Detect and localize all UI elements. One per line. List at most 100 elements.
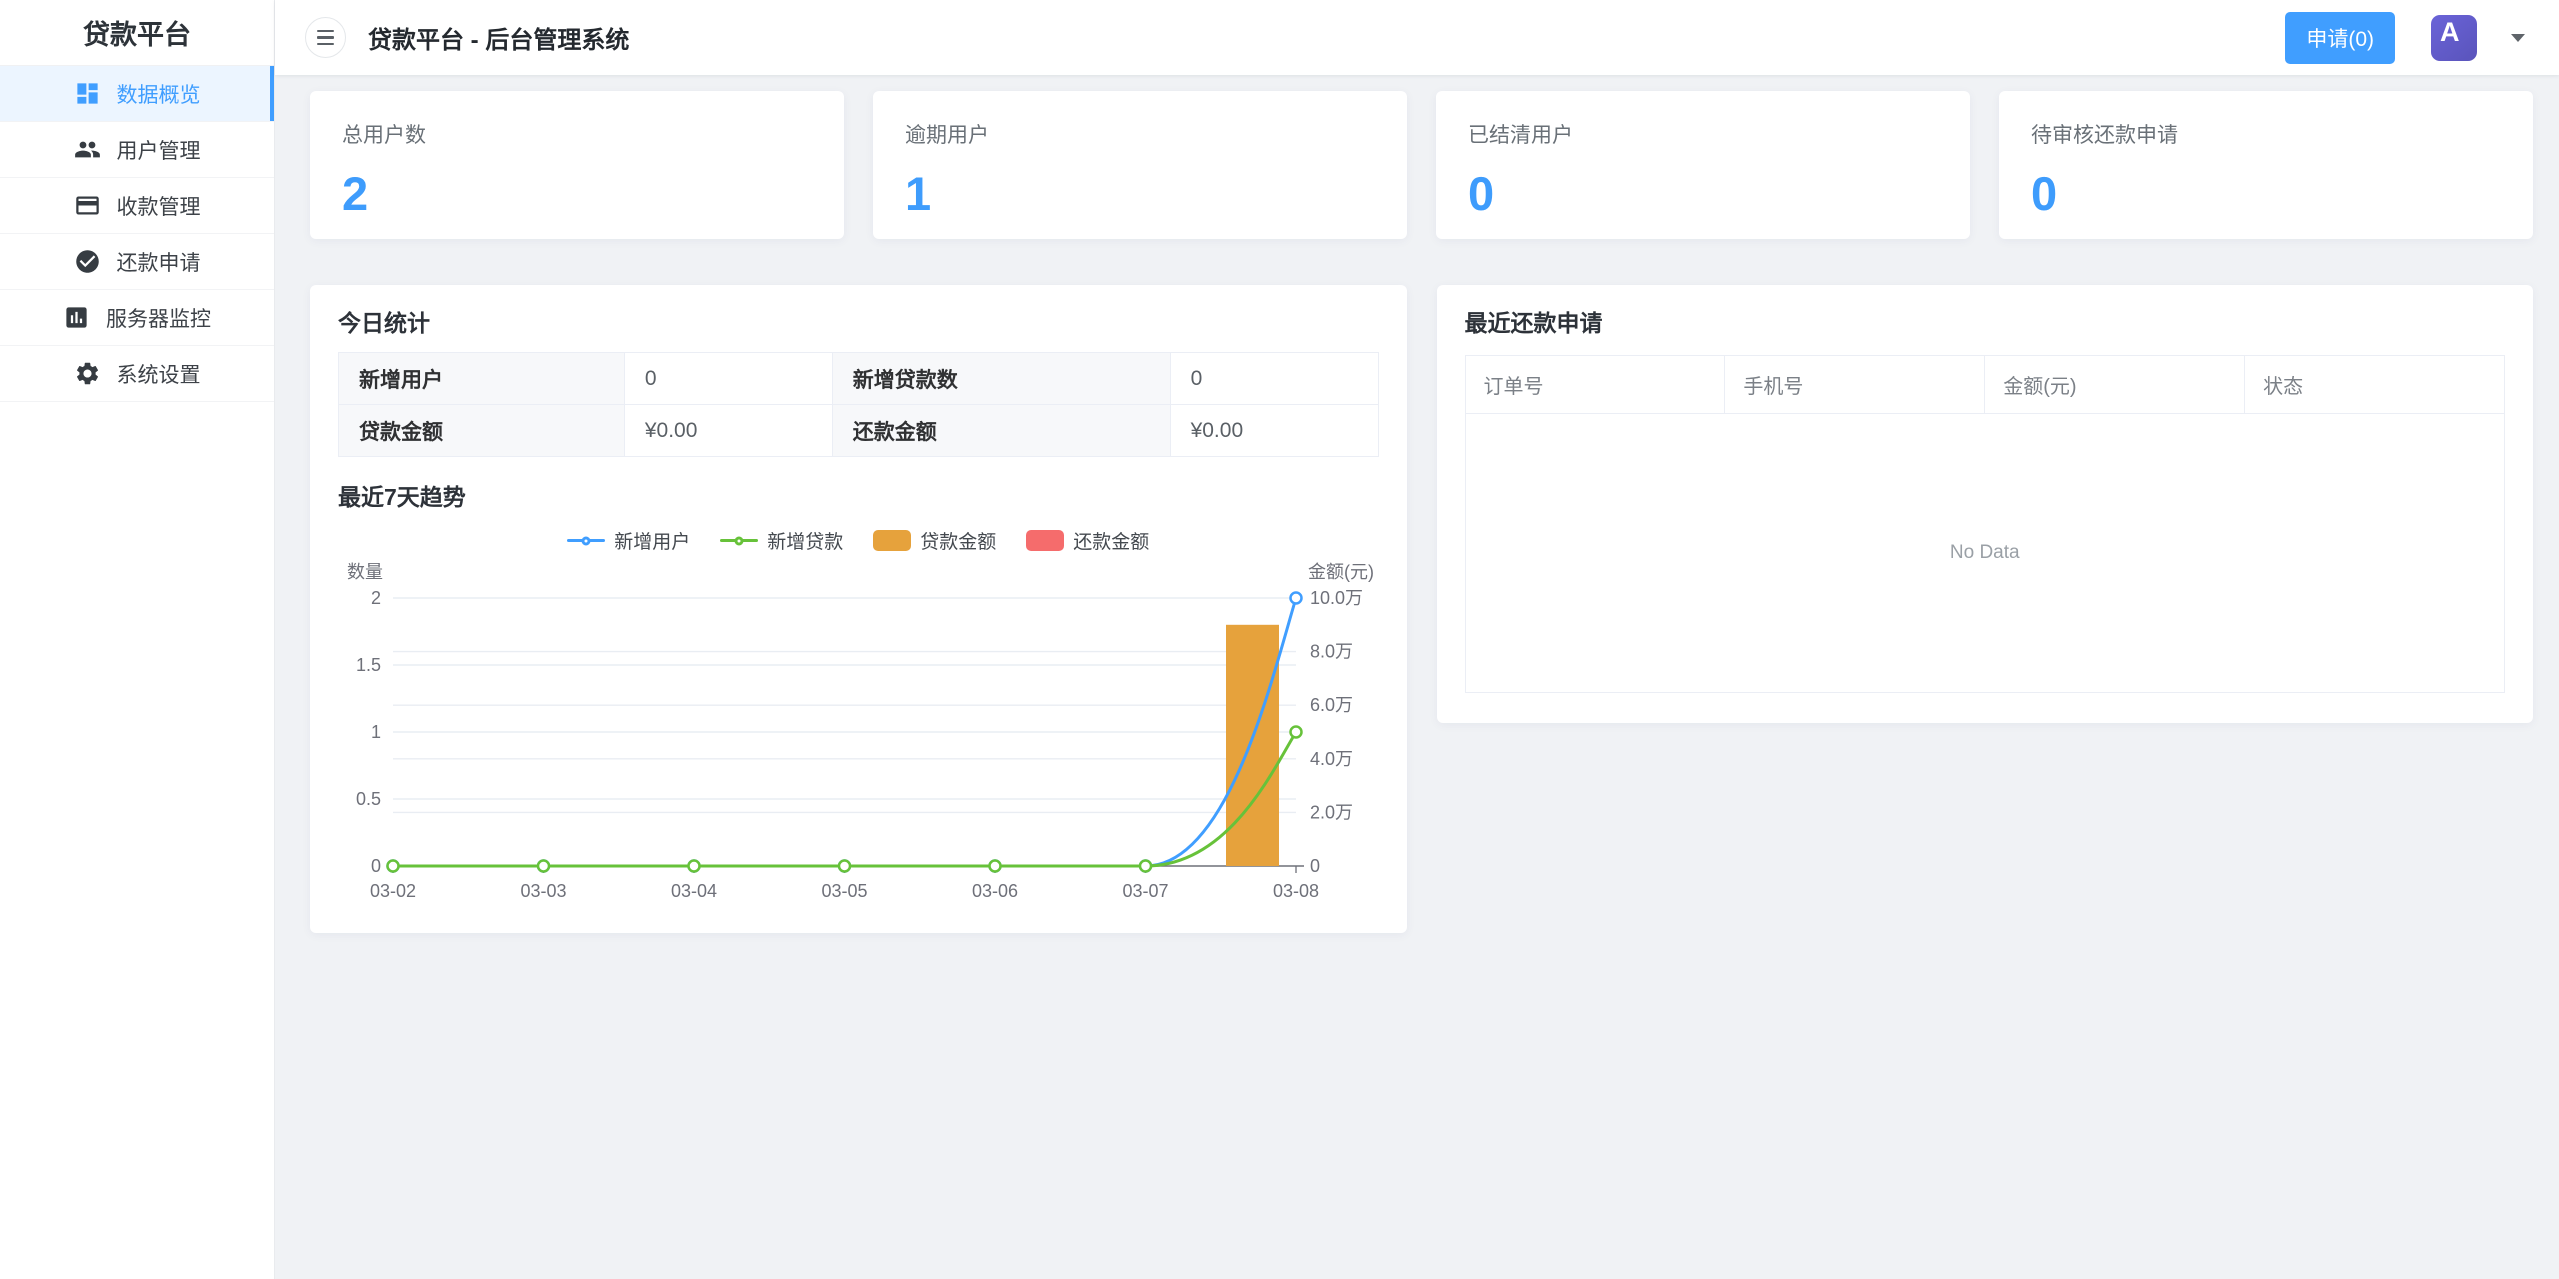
table-cell-value: ¥0.00 xyxy=(624,405,832,457)
trend-chart-title: 最近7天趋势 xyxy=(338,483,1379,511)
legend-label: 贷款金额 xyxy=(920,527,996,554)
stat-value: 1 xyxy=(905,166,1375,221)
stat-value: 2 xyxy=(342,166,812,221)
svg-text:03-06: 03-06 xyxy=(972,881,1018,901)
users-icon xyxy=(74,136,101,163)
legend-label: 还款金额 xyxy=(1073,527,1149,554)
sidebar-item-label: 数据概览 xyxy=(117,79,201,109)
table-header-row: 订单号 手机号 金额(元) 状态 xyxy=(1466,356,2505,414)
content-area: 总用户数 2 逾期用户 1 已结清用户 0 待审核还款申请 0 xyxy=(275,75,2559,1279)
top-header: 贷款平台 - 后台管理系统 申请(0) A xyxy=(275,0,2559,75)
trend-chart-container: 00.511.5202.0万4.0万6.0万8.0万10.0万03-0203-0… xyxy=(338,558,1379,913)
sidebar: 贷款平台 数据概览 用户管理 收款管理 还款申请 服务器监控 系统设置 xyxy=(0,0,275,1279)
svg-text:4.0万: 4.0万 xyxy=(1310,749,1353,769)
table-row: 新增用户 0 新增贷款数 0 xyxy=(339,353,1379,405)
stat-label: 待审核还款申请 xyxy=(2031,119,2501,149)
chart-legend: 新增用户 新增贷款 贷款金额 还款金额 xyxy=(338,527,1379,554)
page-title: 贷款平台 - 后台管理系统 xyxy=(368,20,629,55)
stat-cards-row: 总用户数 2 逾期用户 1 已结清用户 0 待审核还款申请 0 xyxy=(310,91,2533,239)
svg-text:8.0万: 8.0万 xyxy=(1310,642,1353,662)
svg-text:0: 0 xyxy=(371,856,381,876)
svg-text:1.5: 1.5 xyxy=(356,655,381,675)
legend-item-repay-amount[interactable]: 还款金额 xyxy=(1026,527,1149,554)
panels-row: 今日统计 新增用户 0 新增贷款数 0 贷款金额 ¥0.00 还款金额 ¥ xyxy=(310,285,2533,933)
svg-text:03-07: 03-07 xyxy=(1122,881,1168,901)
svg-text:0.5: 0.5 xyxy=(356,789,381,809)
trend-chart: 00.511.5202.0万4.0万6.0万8.0万10.0万03-0203-0… xyxy=(338,558,1376,908)
stat-value: 0 xyxy=(2031,166,2501,221)
svg-text:03-05: 03-05 xyxy=(821,881,867,901)
legend-label: 新增用户 xyxy=(614,527,690,554)
user-avatar[interactable]: A xyxy=(2431,15,2477,61)
sidebar-item-payment-management[interactable]: 收款管理 xyxy=(0,178,274,234)
settings-gear-icon xyxy=(74,360,101,387)
stat-card-total-users: 总用户数 2 xyxy=(310,91,844,239)
svg-text:6.0万: 6.0万 xyxy=(1310,695,1353,715)
table-cell-value: 0 xyxy=(1170,353,1378,405)
recent-repayments-table: 订单号 手机号 金额(元) 状态 No Data xyxy=(1465,355,2506,693)
sidebar-item-data-overview[interactable]: 数据概览 xyxy=(0,66,274,122)
stat-card-overdue-users: 逾期用户 1 xyxy=(873,91,1407,239)
sidebar-item-label: 收款管理 xyxy=(117,191,201,221)
recent-repayments-title: 最近还款申请 xyxy=(1465,309,2506,337)
sidebar-item-system-settings[interactable]: 系统设置 xyxy=(0,346,274,402)
table-cell-label: 新增贷款数 xyxy=(832,353,1170,405)
sidebar-item-server-monitor[interactable]: 服务器监控 xyxy=(0,290,274,346)
today-stats-panel: 今日统计 新增用户 0 新增贷款数 0 贷款金额 ¥0.00 还款金额 ¥ xyxy=(310,285,1407,933)
column-header-status: 状态 xyxy=(2245,356,2504,414)
empty-table-placeholder: No Data xyxy=(1466,414,2505,692)
svg-text:2: 2 xyxy=(371,588,381,608)
column-header-phone: 手机号 xyxy=(1725,356,1985,414)
table-cell-label: 贷款金额 xyxy=(339,405,625,457)
table-row: 贷款金额 ¥0.00 还款金额 ¥0.00 xyxy=(339,405,1379,457)
stat-label: 总用户数 xyxy=(342,119,812,149)
chevron-down-icon[interactable] xyxy=(2511,34,2525,42)
line-series-legend-icon xyxy=(720,533,758,549)
sidebar-item-repayment-requests[interactable]: 还款申请 xyxy=(0,234,274,290)
legend-item-new-loans[interactable]: 新增贷款 xyxy=(720,527,843,554)
svg-text:03-08: 03-08 xyxy=(1273,881,1319,901)
today-stats-title: 今日统计 xyxy=(338,309,1379,337)
recent-repayments-panel: 最近还款申请 订单号 手机号 金额(元) 状态 No Data xyxy=(1437,285,2534,723)
stat-card-pending-repayments: 待审核还款申请 0 xyxy=(1999,91,2533,239)
sidebar-toggle-button[interactable] xyxy=(305,17,346,58)
main-area: 贷款平台 - 后台管理系统 申请(0) A 总用户数 2 逾期用户 1 已结清用… xyxy=(275,0,2559,1279)
server-monitor-icon xyxy=(63,304,90,331)
column-header-order-no: 订单号 xyxy=(1466,356,1726,414)
svg-text:03-03: 03-03 xyxy=(520,881,566,901)
stat-card-settled-users: 已结清用户 0 xyxy=(1436,91,1970,239)
sidebar-item-label: 系统设置 xyxy=(117,359,201,389)
table-cell-label: 新增用户 xyxy=(339,353,625,405)
sidebar-item-label: 用户管理 xyxy=(117,135,201,165)
stat-label: 已结清用户 xyxy=(1468,119,1938,149)
credit-card-icon xyxy=(74,192,101,219)
svg-text:数量: 数量 xyxy=(347,562,383,582)
stat-label: 逾期用户 xyxy=(905,119,1375,149)
svg-text:1: 1 xyxy=(371,722,381,742)
legend-item-new-users[interactable]: 新增用户 xyxy=(567,527,690,554)
table-cell-label: 还款金额 xyxy=(832,405,1170,457)
sidebar-item-label: 服务器监控 xyxy=(106,303,211,333)
apply-button[interactable]: 申请(0) xyxy=(2285,12,2395,64)
svg-text:2.0万: 2.0万 xyxy=(1310,802,1353,822)
svg-text:03-04: 03-04 xyxy=(671,881,717,901)
sidebar-item-user-management[interactable]: 用户管理 xyxy=(0,122,274,178)
hamburger-icon xyxy=(317,30,334,33)
legend-label: 新增贷款 xyxy=(767,527,843,554)
svg-text:0: 0 xyxy=(1310,856,1320,876)
bar-series-legend-icon xyxy=(873,530,911,551)
legend-item-loan-amount[interactable]: 贷款金额 xyxy=(873,527,996,554)
dashboard-icon xyxy=(74,80,101,107)
bar-series-legend-icon xyxy=(1026,530,1064,551)
app-root: 贷款平台 数据概览 用户管理 收款管理 还款申请 服务器监控 系统设置 xyxy=(0,0,2559,1279)
check-circle-icon xyxy=(74,248,101,275)
table-cell-value: ¥0.00 xyxy=(1170,405,1378,457)
sidebar-item-label: 还款申请 xyxy=(117,247,201,277)
svg-text:10.0万: 10.0万 xyxy=(1310,588,1363,608)
today-stats-table: 新增用户 0 新增贷款数 0 贷款金额 ¥0.00 还款金额 ¥0.00 xyxy=(338,352,1379,457)
app-logo-title: 贷款平台 xyxy=(0,0,274,66)
svg-text:金额(元): 金额(元) xyxy=(1308,562,1374,582)
line-series-legend-icon xyxy=(567,533,605,549)
table-cell-value: 0 xyxy=(624,353,832,405)
column-header-amount: 金额(元) xyxy=(1985,356,2245,414)
